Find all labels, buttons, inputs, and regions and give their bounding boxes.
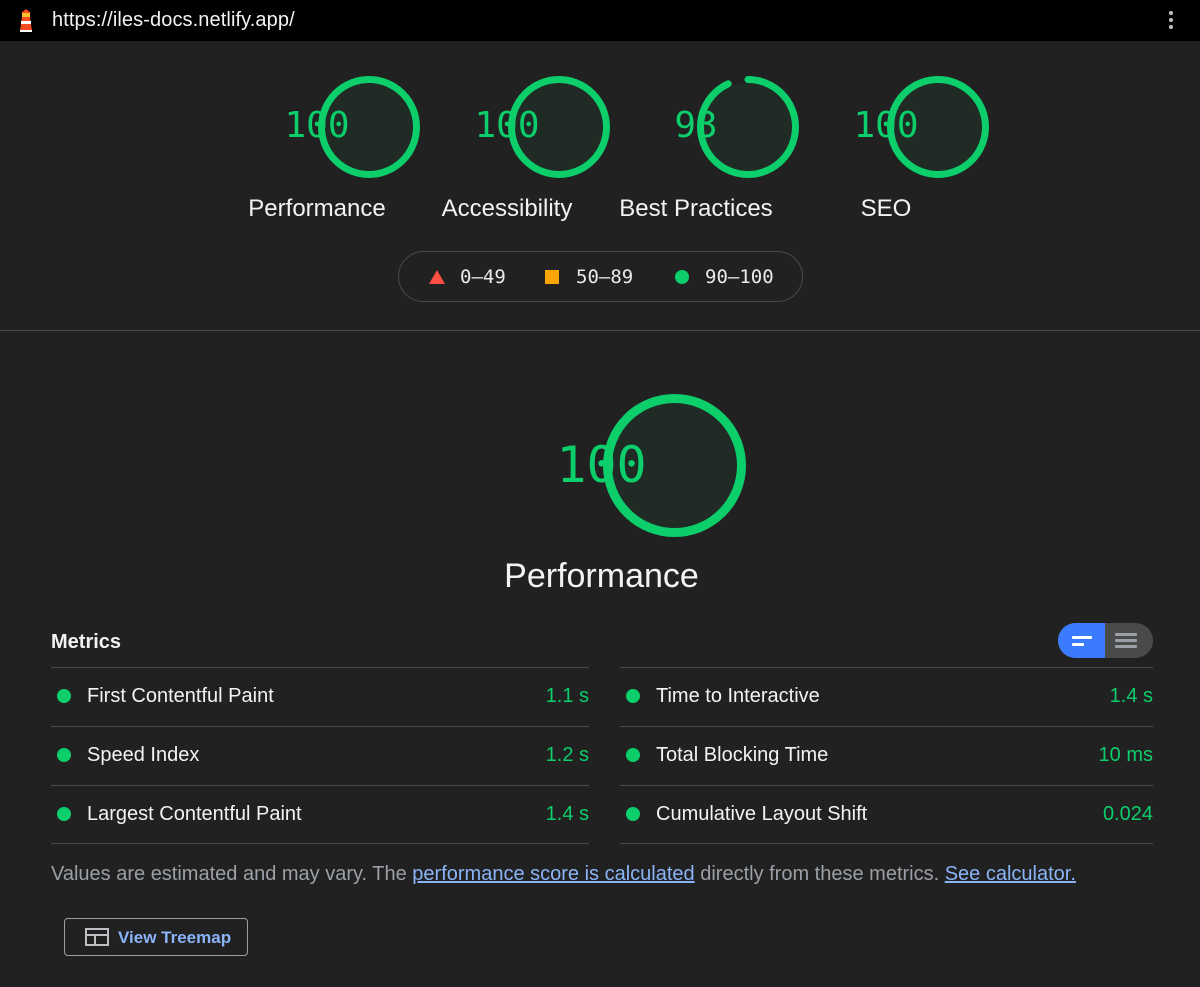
pass-circle-icon — [57, 807, 71, 821]
legend-average-range: 50–89 — [576, 266, 634, 288]
legend-fail-range: 0–49 — [460, 266, 506, 288]
metric-name: Time to Interactive — [656, 685, 820, 707]
category-title: Performance — [504, 557, 699, 595]
lighthouse-icon — [16, 9, 36, 33]
metric-row: First Contentful Paint 1.1 s — [51, 667, 589, 725]
score-legend: 0–49 50–89 90–100 — [398, 251, 803, 302]
metric-value: 1.1 s — [545, 685, 589, 707]
metric-value: 1.4 s — [545, 803, 589, 825]
performance-score-link[interactable]: performance score is calculated — [412, 863, 694, 885]
legend-pass-range: 90–100 — [705, 266, 774, 288]
score-gauge-performance[interactable]: 100 Performance — [248, 75, 420, 222]
metric-row: Total Blocking Time 10 ms — [620, 726, 1153, 784]
score-value: 100 — [474, 105, 540, 146]
expanded-view-icon[interactable] — [1105, 623, 1153, 658]
score-value: 93 — [674, 105, 718, 146]
summary-view-icon[interactable] — [1058, 623, 1105, 658]
fail-triangle-icon — [429, 270, 445, 284]
metric-name: Largest Contentful Paint — [87, 803, 302, 825]
metrics-view-toggle[interactable] — [1058, 623, 1153, 658]
metric-name: Total Blocking Time — [656, 744, 829, 766]
metrics-note: Values are estimated and may vary. The p… — [51, 863, 1076, 886]
metric-name: Cumulative Layout Shift — [656, 803, 868, 825]
treemap-icon — [85, 928, 109, 946]
metric-name: Speed Index — [87, 744, 200, 766]
note-text: Values are estimated and may vary. The — [51, 863, 413, 885]
metrics-heading: Metrics — [51, 631, 122, 653]
score-gauge-accessibility[interactable]: 100 Accessibility — [442, 75, 610, 222]
score-value: 100 — [284, 105, 350, 146]
metric-row: Time to Interactive 1.4 s — [620, 667, 1153, 725]
address-bar: https://iles-docs.netlify.app/ — [0, 0, 1200, 41]
metric-value: 10 ms — [1098, 744, 1153, 766]
note-text: directly from these metrics. — [694, 863, 945, 885]
metric-value: 1.2 s — [545, 744, 589, 766]
metric-row: Speed Index 1.2 s — [51, 726, 589, 784]
view-treemap-label: View Treemap — [118, 928, 232, 947]
metric-row: Cumulative Layout Shift 0.024 — [620, 785, 1153, 844]
pass-circle-icon — [626, 807, 640, 821]
metric-row: Largest Contentful Paint 1.4 s — [51, 785, 589, 844]
metric-value: 1.4 s — [1109, 685, 1153, 707]
score-value: 100 — [556, 436, 647, 494]
pass-circle-icon — [675, 270, 689, 284]
main-performance-gauge: 100 Performance — [504, 393, 746, 595]
metric-name: First Contentful Paint — [87, 685, 274, 707]
kebab-menu-icon[interactable] — [1164, 9, 1178, 33]
pass-circle-icon — [57, 748, 71, 762]
pass-circle-icon — [57, 689, 71, 703]
score-value: 100 — [853, 105, 919, 146]
metric-value: 0.024 — [1102, 803, 1153, 825]
score-gauge-best-practices[interactable]: 93 Best Practices — [619, 75, 799, 222]
see-calculator-link[interactable]: See calculator. — [945, 863, 1076, 885]
score-gauge-seo[interactable]: 100 SEO — [834, 75, 989, 222]
page-url[interactable]: https://iles-docs.netlify.app/ — [52, 9, 295, 32]
view-treemap-button[interactable]: View Treemap — [64, 918, 248, 956]
pass-circle-icon — [626, 748, 640, 762]
pass-circle-icon — [626, 689, 640, 703]
section-divider — [0, 330, 1200, 331]
score-label: SEO — [860, 195, 912, 222]
average-square-icon — [545, 270, 559, 284]
